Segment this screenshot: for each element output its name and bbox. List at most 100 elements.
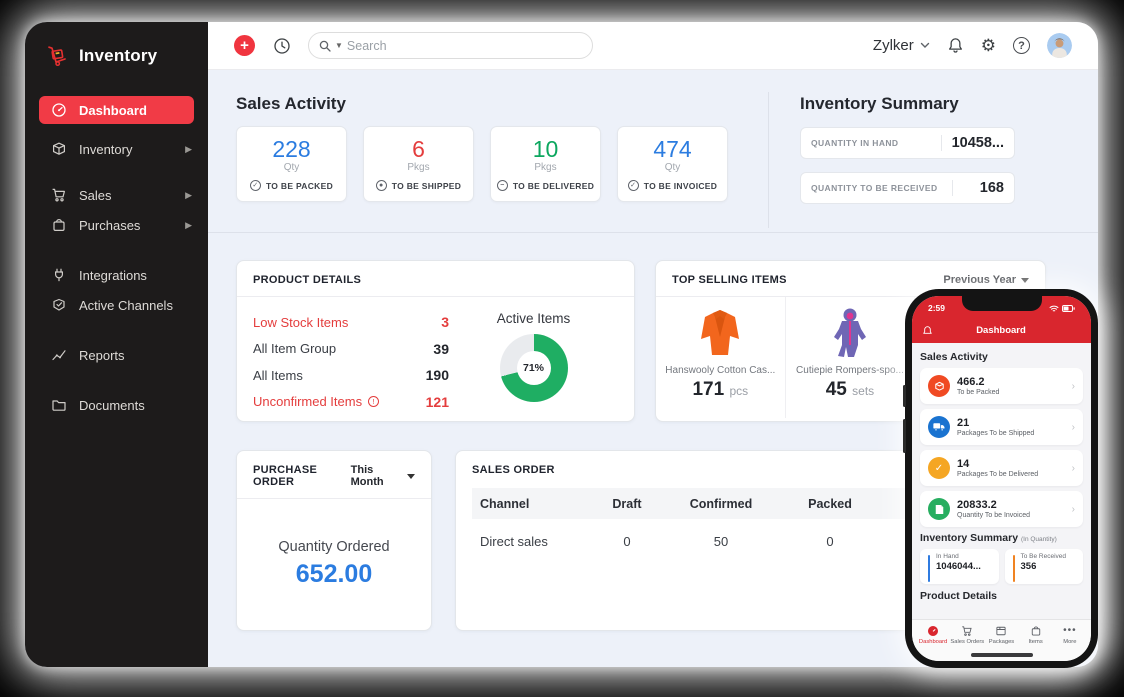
phone-to-be-received-card[interactable]: To Be Received 356 xyxy=(1004,549,1083,584)
low-stock-items-row: Low Stock Items 3 xyxy=(253,314,449,331)
quantity-in-hand-row[interactable]: QUANTITY IN HAND 10458... xyxy=(800,127,1015,159)
chevron-right-icon: › xyxy=(1071,503,1075,515)
cart-icon xyxy=(962,626,972,636)
accent-bar xyxy=(928,555,930,582)
product-image-orange-jacket xyxy=(691,305,749,363)
info-icon: ! xyxy=(368,396,380,408)
top-selling-item-1[interactable]: Hanswooly Cotton Cas... 171 pcs xyxy=(656,297,786,418)
unconfirmed-items-row: Unconfirmed Items! 121 xyxy=(253,393,449,410)
bell-icon[interactable] xyxy=(922,325,933,337)
quantity-to-be-received-row[interactable]: QUANTITY TO BE RECEIVED 168 xyxy=(800,172,1015,204)
sidebar-item-dashboard[interactable]: Dashboard xyxy=(39,96,194,124)
dashboard-icon xyxy=(928,625,939,637)
check-icon: ✓ xyxy=(928,457,950,479)
package-icon xyxy=(928,375,950,397)
user-avatar[interactable] xyxy=(1047,33,1072,58)
phone-to-be-shipped-card[interactable]: 21 Packages To be Shipped › xyxy=(920,409,1083,445)
sidebar-item-documents[interactable]: Documents xyxy=(25,390,208,420)
app-logo[interactable]: Inventory xyxy=(25,22,208,68)
sales-order-title: SALES ORDER xyxy=(472,464,555,476)
product-details-card: PRODUCT DETAILS Low Stock Items 3 All It… xyxy=(236,260,635,422)
to-be-packed-card[interactable]: 228 Qty ✓ TO BE PACKED xyxy=(236,126,347,202)
top-selling-item-2[interactable]: Cutiepie Rompers-spo... 45 sets xyxy=(786,297,916,418)
quantity-ordered-label: Quantity Ordered xyxy=(278,539,390,555)
notifications-bell-icon[interactable] xyxy=(947,37,964,54)
search-icon xyxy=(319,40,331,52)
chart-icon xyxy=(51,347,67,363)
accent-bar xyxy=(1012,555,1015,582)
quick-create-button[interactable]: + xyxy=(234,35,255,56)
to-be-shipped-card[interactable]: 6 Pkgs ● TO BE SHIPPED xyxy=(363,126,474,202)
phone-tab-dashboard[interactable]: Dashboard xyxy=(916,625,950,661)
sidebar-item-reports[interactable]: Reports xyxy=(25,340,208,370)
chevron-right-icon: ▶ xyxy=(185,143,192,154)
package-icon xyxy=(996,626,1007,636)
phone-to-be-packed-card[interactable]: 466.2 To be Packed › xyxy=(920,368,1083,404)
topbar: + ▼ Zylker ⚙ xyxy=(208,22,1098,70)
dashboard-icon xyxy=(51,102,67,118)
phone-navbar: Dashboard xyxy=(912,318,1091,343)
active-items-chart: Active Items 71% xyxy=(449,309,618,415)
chevron-right-icon: › xyxy=(1071,380,1075,392)
phone-mockup: 2:59 Dashboard Sales Activity 466.2 To b… xyxy=(903,289,1098,668)
sidebar-item-integrations[interactable]: Integrations xyxy=(25,260,208,290)
sidebar-item-inventory[interactable]: Inventory ▶ xyxy=(25,134,208,164)
active-items-donut[interactable]: 71% xyxy=(499,334,568,402)
chevron-right-icon: ▶ xyxy=(185,189,192,200)
phone-to-be-delivered-card[interactable]: ✓ 14 Packages To be Delivered › xyxy=(920,450,1083,486)
inventory-box-icon xyxy=(51,141,67,157)
sales-activity-title: Sales Activity xyxy=(236,94,346,113)
cart-icon xyxy=(51,187,67,203)
app-title: Inventory xyxy=(79,46,158,65)
product-details-title: PRODUCT DETAILS xyxy=(253,274,362,286)
check-circle-icon: ✓ xyxy=(249,180,261,192)
section-divider xyxy=(768,92,769,228)
bag-icon xyxy=(51,217,67,233)
wifi-icon xyxy=(1049,305,1059,311)
phone-home-indicator[interactable] xyxy=(970,653,1033,657)
sidebar-menu: Dashboard Inventory ▶ Sales ▶ Purchases … xyxy=(25,96,208,420)
settings-gear-icon[interactable]: ⚙ xyxy=(981,37,996,54)
chevron-down-icon xyxy=(920,42,929,48)
product-image-purple-romper xyxy=(828,305,872,363)
sidebar: Inventory Dashboard Inventory ▶ Sales ▶ … xyxy=(25,22,208,667)
folder-icon xyxy=(51,397,67,413)
recent-history-icon[interactable] xyxy=(272,36,292,56)
invoice-icon xyxy=(928,498,950,520)
truck-icon xyxy=(928,416,950,438)
sidebar-item-active-channels[interactable]: Active Channels xyxy=(25,290,208,320)
more-icon: ••• xyxy=(1063,625,1077,636)
top-selling-items-title: TOP SELLING ITEMS xyxy=(672,274,787,286)
search-input[interactable] xyxy=(346,38,582,53)
all-item-group-row: All Item Group 39 xyxy=(253,340,449,357)
chevron-down-icon xyxy=(1021,277,1029,283)
to-be-invoiced-card[interactable]: 474 Qty ✓ TO BE INVOICED xyxy=(617,126,728,202)
quantity-ordered-value: 652.00 xyxy=(295,560,373,588)
purchase-order-period-dropdown[interactable]: This Month xyxy=(351,464,415,488)
chevron-down-icon xyxy=(407,473,415,479)
phone-body: Sales Activity 466.2 To be Packed › 21 P… xyxy=(912,343,1091,661)
top-selling-period-dropdown[interactable]: Previous Year xyxy=(943,274,1029,286)
to-be-delivered-card[interactable]: 10 Pkgs − TO BE DELIVERED xyxy=(490,126,601,202)
phone-in-hand-card[interactable]: In Hand 1046044... xyxy=(920,549,999,584)
horizontal-divider xyxy=(208,232,1098,233)
chevron-right-icon: › xyxy=(1071,462,1075,474)
bag-icon xyxy=(1031,626,1040,636)
plug-icon xyxy=(51,267,67,283)
phone-product-details-title: Product Details xyxy=(920,590,998,602)
sidebar-item-purchases[interactable]: Purchases ▶ xyxy=(25,210,208,240)
phone-tab-more[interactable]: ••• More xyxy=(1053,625,1087,661)
org-switcher[interactable]: Zylker xyxy=(873,37,930,54)
channels-icon xyxy=(51,297,67,313)
purchase-order-card: PURCHASE ORDER This Month Quantity Order… xyxy=(236,450,432,631)
phone-notch xyxy=(961,296,1042,311)
phone-to-be-invoiced-card[interactable]: 20833.2 Quantity To be Invoiced › xyxy=(920,491,1083,527)
search-scope-caret-icon[interactable]: ▼ xyxy=(335,41,343,50)
global-search[interactable]: ▼ xyxy=(308,32,593,59)
handtruck-logo-icon xyxy=(45,44,69,68)
help-icon[interactable]: ? xyxy=(1013,37,1030,54)
sidebar-item-sales[interactable]: Sales ▶ xyxy=(25,180,208,210)
check-circle-icon: ✓ xyxy=(627,180,639,192)
chevron-right-icon: › xyxy=(1071,421,1075,433)
dash-circle-icon: − xyxy=(496,180,508,192)
